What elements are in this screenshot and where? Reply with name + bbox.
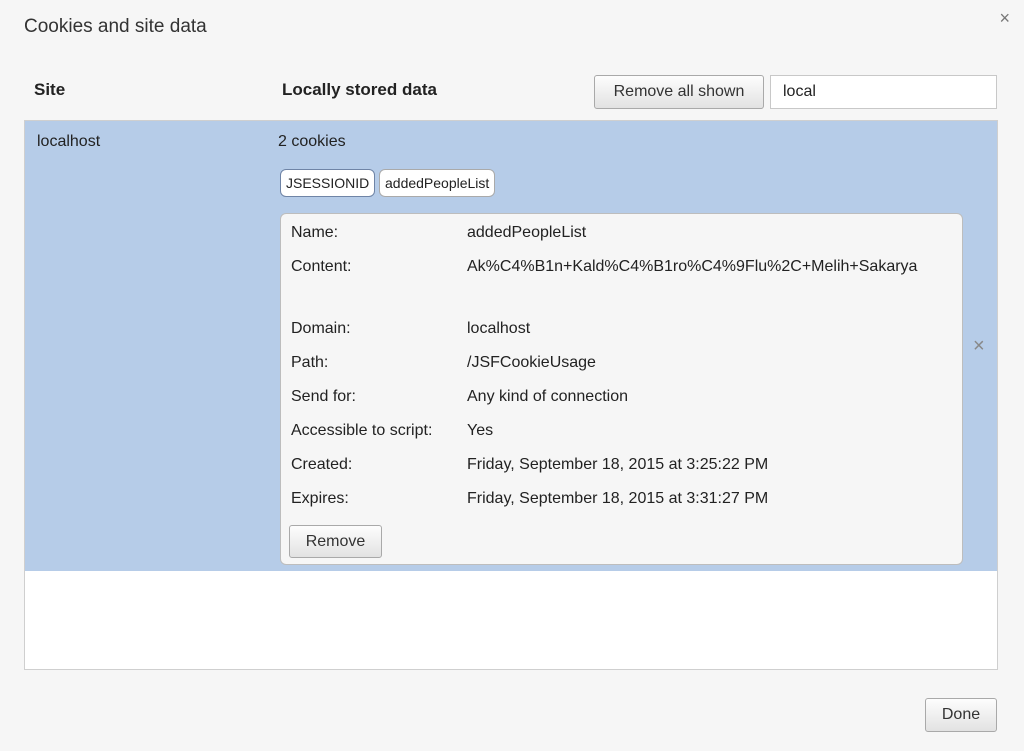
selected-site-row[interactable]: localhost 2 cookies JSESSIONID addedPeop… bbox=[25, 121, 997, 571]
search-input[interactable]: local bbox=[770, 75, 997, 109]
detail-label: Created: bbox=[291, 456, 353, 473]
cookie-site-list: localhost 2 cookies JSESSIONID addedPeop… bbox=[24, 120, 998, 670]
detail-value: addedPeopleList bbox=[467, 224, 587, 241]
done-button[interactable]: Done bbox=[925, 698, 997, 732]
detail-label: Path: bbox=[291, 354, 329, 371]
detail-value: Friday, September 18, 2015 at 3:31:27 PM bbox=[467, 490, 769, 507]
cookie-detail-panel: Name: addedPeopleList Content: Ak%C4%B1n… bbox=[280, 213, 963, 565]
column-header-site: Site bbox=[34, 80, 66, 99]
column-header-locally-stored-data: Locally stored data bbox=[282, 80, 437, 99]
detail-label: Send for: bbox=[291, 388, 356, 405]
dialog-title: Cookies and site data bbox=[24, 16, 207, 37]
cookie-chip-addedpeoplelist[interactable]: addedPeopleList bbox=[379, 169, 496, 197]
detail-value: Any kind of connection bbox=[467, 388, 628, 405]
detail-value: /JSFCookieUsage bbox=[467, 354, 596, 371]
cookies-dialog: Cookies and site data × Site Locally sto… bbox=[0, 0, 1024, 751]
site-name: localhost bbox=[37, 133, 101, 150]
detail-label: Name: bbox=[291, 224, 339, 241]
cookie-chip-jsessionid[interactable]: JSESSIONID bbox=[280, 169, 376, 197]
close-icon[interactable]: × bbox=[999, 8, 1010, 29]
detail-value: Yes bbox=[467, 422, 494, 439]
detail-label: Content: bbox=[291, 258, 352, 275]
remove-cookie-button[interactable]: Remove bbox=[289, 525, 382, 558]
delete-site-icon[interactable]: × bbox=[973, 335, 985, 358]
detail-label: Accessible to script: bbox=[291, 422, 433, 439]
detail-label: Domain: bbox=[291, 320, 351, 337]
detail-value: Ak%C4%B1n+Kald%C4%B1ro%C4%9Flu%2C+Melih+… bbox=[467, 258, 918, 275]
cookie-count: 2 cookies bbox=[278, 133, 346, 150]
detail-label: Expires: bbox=[291, 490, 349, 507]
remove-all-shown-button[interactable]: Remove all shown bbox=[594, 75, 764, 109]
detail-value: Friday, September 18, 2015 at 3:25:22 PM bbox=[467, 456, 769, 473]
detail-value: localhost bbox=[467, 320, 531, 337]
